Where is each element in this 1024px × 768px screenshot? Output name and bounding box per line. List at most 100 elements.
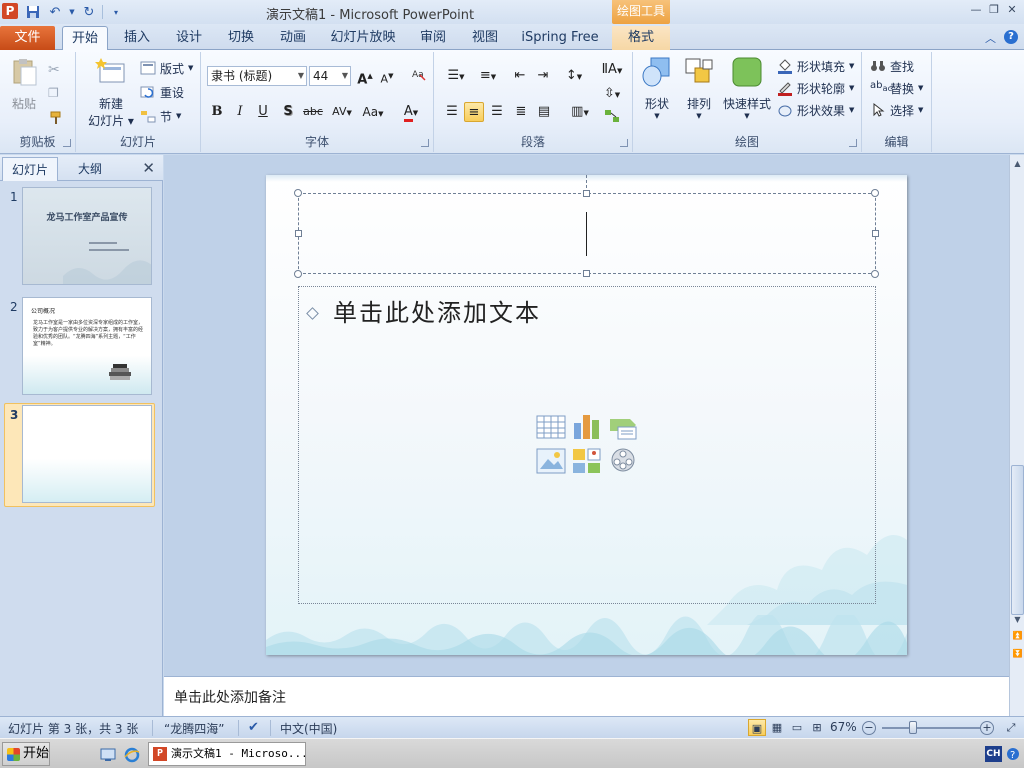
italic-button[interactable]: I [230, 102, 250, 122]
layout-button[interactable]: 版式 ▼ [140, 58, 193, 78]
undo-dropdown-icon[interactable]: ▼ [68, 3, 76, 21]
paste-button[interactable]: 粘贴 [6, 56, 42, 112]
insert-media-icon[interactable] [608, 447, 638, 475]
distributed-icon[interactable]: ▤ [534, 102, 554, 122]
change-case-button[interactable]: Aa▼ [359, 102, 387, 122]
grow-font-icon[interactable]: A▲ [355, 66, 375, 87]
line-spacing-icon[interactable]: ↕▼ [560, 66, 588, 86]
shape-fill-button[interactable]: 形状填充 ▼ [777, 56, 854, 76]
tab-slideshow[interactable]: 幻灯片放映 [327, 26, 399, 50]
align-text-icon[interactable]: ⇳▼ [598, 84, 626, 104]
content-placeholder[interactable]: 单击此处添加文本 [298, 286, 876, 604]
font-size-combo[interactable]: 44 ▼ [309, 66, 351, 86]
internet-explorer-icon[interactable] [124, 747, 140, 763]
align-right-icon[interactable]: ☰ [487, 102, 507, 122]
notes-pane[interactable]: 单击此处添加备注 [164, 676, 1009, 716]
fit-to-window-icon[interactable]: ⤢ [1002, 719, 1020, 736]
character-spacing-button[interactable]: AV▼ [328, 102, 356, 122]
customize-qat-icon[interactable]: ▾ [107, 3, 125, 21]
tab-ispring[interactable]: iSpring Free [517, 26, 603, 50]
insert-clip-art-icon[interactable] [572, 447, 602, 475]
shapes-button[interactable]: 形状 ▼ [637, 56, 677, 120]
paragraph-launcher-icon[interactable] [620, 139, 628, 147]
format-painter-button[interactable] [48, 108, 64, 128]
restore-icon[interactable]: ❐ [986, 3, 1002, 17]
bullets-icon[interactable]: ☰▼ [442, 66, 470, 86]
insert-picture-icon[interactable] [536, 447, 566, 475]
reading-view-icon[interactable]: ▭ [788, 719, 806, 736]
font-color-button[interactable]: A▼ [397, 102, 425, 122]
language-status[interactable]: 中文(中国) [280, 720, 337, 737]
tab-animations[interactable]: 动画 [271, 26, 315, 50]
zoom-slider[interactable] [882, 727, 980, 729]
minimize-icon[interactable]: — [968, 3, 984, 17]
replace-button[interactable]: abac 替换 ▼ [870, 78, 923, 98]
tray-help-icon[interactable]: ? [1006, 747, 1020, 761]
notes-scrollbar[interactable] [1009, 676, 1024, 716]
insert-chart-icon[interactable] [572, 413, 602, 441]
new-slide-button[interactable]: 新建 幻灯片 ▾ [84, 56, 138, 129]
slideshow-view-icon[interactable]: ⊞ [808, 719, 826, 736]
title-placeholder[interactable] [298, 193, 876, 274]
powerpoint-app-icon[interactable]: P [2, 3, 18, 19]
quick-styles-button[interactable]: 快速样式 ▼ [721, 56, 773, 120]
tab-review[interactable]: 审阅 [411, 26, 455, 50]
tab-outline-pane[interactable]: 大纲 [62, 157, 118, 181]
numbering-icon[interactable]: ≡▼ [474, 66, 502, 86]
strikethrough-button[interactable]: abc [301, 102, 325, 122]
undo-icon[interactable]: ↶ [46, 3, 64, 21]
resize-handle-bl[interactable] [294, 270, 302, 278]
copy-button[interactable]: ❐ [48, 84, 64, 104]
underline-button[interactable]: U [253, 102, 273, 122]
align-left-icon[interactable]: ☰ [442, 102, 462, 122]
taskbar-powerpoint-window[interactable]: P 演示文稿1 - Microso... [148, 742, 306, 766]
scroll-down-icon[interactable]: ▼ [1011, 613, 1024, 627]
tab-design[interactable]: 设计 [167, 26, 211, 50]
spell-check-icon[interactable]: ✔ [248, 720, 259, 735]
shape-outline-button[interactable]: 形状轮廓 ▼ [777, 78, 854, 98]
ime-indicator[interactable]: CH [985, 746, 1002, 762]
zoom-slider-knob[interactable] [909, 721, 917, 734]
resize-handle-r[interactable] [872, 230, 879, 237]
previous-slide-icon[interactable]: ⏫ [1011, 629, 1024, 643]
tab-home[interactable]: 开始 [62, 26, 108, 51]
clear-formatting-icon[interactable]: Aa [409, 66, 429, 86]
justify-icon[interactable]: ≣ [511, 102, 531, 122]
clipboard-launcher-icon[interactable] [63, 139, 71, 147]
columns-icon[interactable]: ▥▼ [566, 102, 594, 122]
arrange-button[interactable]: 排列 ▼ [679, 56, 719, 120]
shape-effects-button[interactable]: 形状效果 ▼ [777, 100, 854, 120]
minimize-ribbon-icon[interactable]: ︿ [985, 30, 996, 46]
resize-handle-t[interactable] [583, 190, 590, 197]
increase-indent-icon[interactable]: ⇥ [533, 66, 553, 86]
redo-icon[interactable]: ↻ [80, 3, 98, 21]
cut-button[interactable]: ✂ [48, 60, 64, 80]
help-icon[interactable]: ? [1004, 30, 1018, 44]
show-desktop-icon[interactable] [100, 747, 116, 763]
insert-smartart-icon[interactable] [608, 413, 638, 441]
save-icon[interactable] [24, 3, 42, 21]
zoom-level[interactable]: 67% [830, 720, 857, 734]
scroll-up-icon[interactable]: ▲ [1011, 157, 1024, 171]
close-pane-icon[interactable]: ✕ [142, 159, 155, 177]
resize-handle-b[interactable] [583, 270, 590, 277]
resize-handle-l[interactable] [295, 230, 302, 237]
zoom-in-icon[interactable]: + [980, 721, 994, 735]
slide-sorter-view-icon[interactable]: ▦ [768, 719, 786, 736]
slide-thumbnail-3[interactable] [22, 405, 152, 503]
scroll-thumb[interactable] [1011, 465, 1024, 615]
editor-vertical-scrollbar[interactable]: ▲ ▼ ⏫ ⏬ [1009, 155, 1024, 676]
resize-handle-tr[interactable] [871, 189, 879, 197]
next-slide-icon[interactable]: ⏬ [1011, 647, 1024, 661]
find-button[interactable]: 查找 [870, 56, 914, 76]
reset-button[interactable]: 重设 [140, 82, 184, 102]
section-button[interactable]: 节 ▼ [140, 106, 181, 126]
text-direction-icon[interactable]: ⅡA▼ [598, 60, 626, 80]
tab-file[interactable]: 文件 [0, 26, 55, 50]
shrink-font-icon[interactable]: A▼ [377, 66, 397, 86]
zoom-out-icon[interactable]: − [862, 721, 876, 735]
tab-insert[interactable]: 插入 [115, 26, 159, 50]
font-name-combo[interactable]: 隶书 (标题) ▼ [207, 66, 307, 86]
tab-transitions[interactable]: 切换 [219, 26, 263, 50]
font-launcher-icon[interactable] [421, 139, 429, 147]
